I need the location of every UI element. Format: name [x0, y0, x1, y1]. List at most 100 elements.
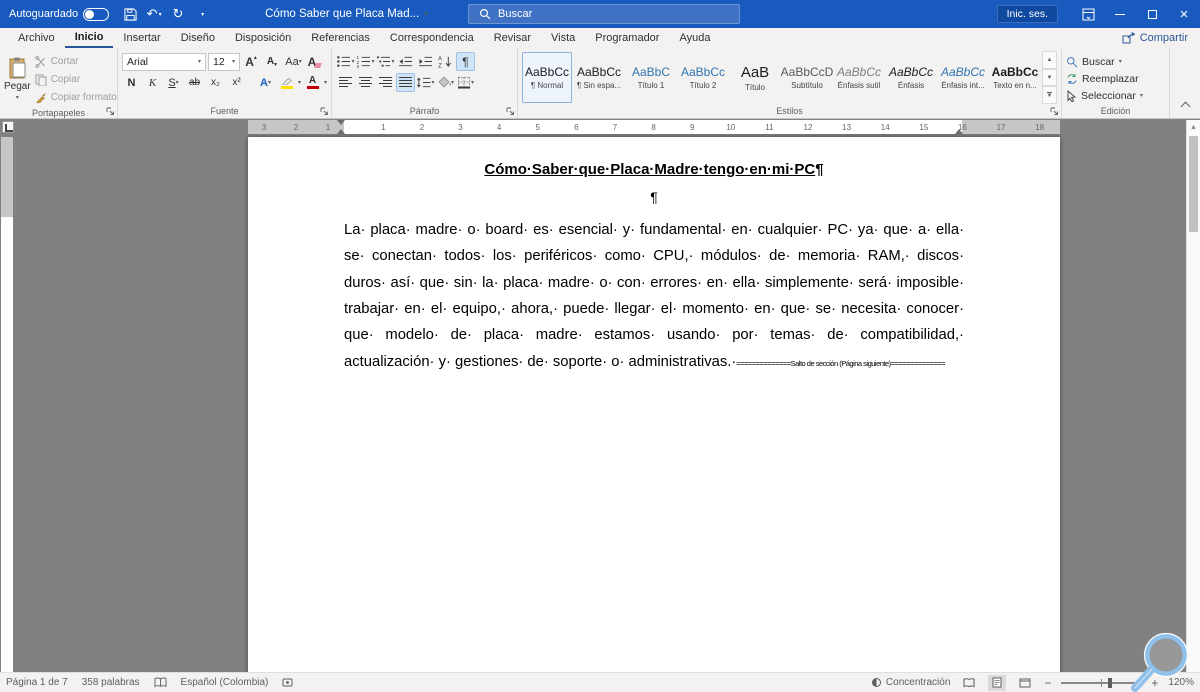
underline-button[interactable]: S ▾ [164, 73, 183, 92]
change-case-button[interactable]: Aa ▾ [284, 52, 303, 71]
scroll-up-arrow-icon[interactable]: ▲ [1187, 120, 1200, 134]
tab-archivo[interactable]: Archivo [8, 28, 65, 48]
web-layout-button[interactable] [1016, 675, 1034, 691]
document-paragraph[interactable]: La· placa· madre· o· board· es· esencial… [344, 217, 964, 375]
align-left-button[interactable] [336, 73, 355, 92]
line-spacing-button[interactable]: ▾ [416, 73, 435, 92]
style-texto-en-negrita[interactable]: AaBbCc Texto en n... [990, 52, 1040, 103]
grow-font-button[interactable]: A ▲ [242, 52, 261, 71]
shrink-font-button[interactable]: A ▼ [263, 52, 282, 71]
styles-scroll-up-button[interactable]: ▲ [1042, 51, 1057, 69]
dialog-launcher-icon[interactable] [1049, 106, 1059, 116]
find-button[interactable]: Buscar ▾ [1066, 53, 1165, 70]
format-painter-button[interactable]: Copiar formato [35, 89, 117, 106]
tab-diseno[interactable]: Diseño [171, 28, 225, 48]
language-indicator[interactable]: Español (Colombia) [181, 677, 269, 688]
font-size-combo[interactable]: 12 ▾ [208, 52, 240, 71]
copy-button[interactable]: Copiar [35, 71, 117, 88]
focus-mode-button[interactable]: Concentración [871, 677, 950, 688]
style-enfasis-sutil[interactable]: AaBbCc Énfasis sutil [834, 52, 884, 103]
italic-button[interactable]: K [143, 73, 162, 92]
highlight-color-button[interactable] [277, 73, 296, 92]
style-subtitulo[interactable]: AaBbCcD Subtítulo [781, 52, 834, 103]
collapse-ribbon-button[interactable] [1170, 48, 1200, 118]
search-box[interactable]: Buscar [468, 4, 740, 24]
minimize-button[interactable] [1104, 0, 1136, 28]
close-button[interactable]: × [1168, 0, 1200, 28]
document-page[interactable]: Cómo·Saber·que·Placa·Madre·tengo·en·mi·P… [248, 137, 1060, 672]
show-formatting-marks-button[interactable]: ¶ [456, 52, 475, 71]
dialog-launcher-icon[interactable] [505, 106, 515, 116]
tab-correspondencia[interactable]: Correspondencia [380, 28, 484, 48]
share-button[interactable]: Compartir [1122, 28, 1188, 48]
maximize-button[interactable] [1136, 0, 1168, 28]
customize-qat-button[interactable]: ▾ [191, 2, 213, 26]
align-right-button[interactable] [376, 73, 395, 92]
superscript-button[interactable]: x² [227, 73, 246, 92]
tab-programador[interactable]: Programador [585, 28, 669, 48]
tab-insertar[interactable]: Insertar [113, 28, 170, 48]
document-heading[interactable]: Cómo·Saber·que·Placa·Madre·tengo·en·mi·P… [344, 161, 964, 178]
justify-button[interactable] [396, 73, 415, 92]
dialog-launcher-icon[interactable] [105, 106, 115, 116]
undo-button[interactable]: ↶ ▾ [143, 2, 165, 26]
redo-button[interactable]: ↻ [167, 2, 189, 26]
paste-button[interactable]: Pegar ▾ [4, 51, 31, 106]
ribbon-display-options-button[interactable] [1072, 0, 1104, 28]
hanging-indent-marker[interactable] [337, 125, 345, 134]
align-center-button[interactable] [356, 73, 375, 92]
shading-button[interactable]: ▾ [436, 73, 455, 92]
proofing-status[interactable] [154, 677, 167, 688]
page-indicator[interactable]: Página 1 de 7 [6, 677, 68, 688]
style-enfasis[interactable]: AaBbCc Énfasis [886, 52, 936, 103]
bold-button[interactable]: N [122, 73, 141, 92]
select-button[interactable]: Seleccionar ▾ [1066, 87, 1165, 104]
tab-referencias[interactable]: Referencias [301, 28, 380, 48]
tab-inicio[interactable]: Inicio [64, 28, 114, 48]
line-spacing-icon [417, 77, 431, 88]
read-mode-button[interactable] [960, 675, 978, 691]
zoom-out-button[interactable]: − [1044, 676, 1051, 690]
sort-button[interactable]: AZ [436, 52, 455, 71]
word-count[interactable]: 358 palabras [82, 677, 140, 688]
autosave-toggle[interactable]: Autoguardado [9, 7, 110, 21]
style-titulo-2[interactable]: AaBbCc Título 2 [678, 52, 728, 103]
tab-vista[interactable]: Vista [541, 28, 585, 48]
bullets-button[interactable]: ▾ [336, 52, 355, 71]
tab-disposicion[interactable]: Disposición [225, 28, 301, 48]
macro-recording-button[interactable] [282, 677, 293, 688]
multilevel-list-button[interactable]: ▾ [376, 52, 395, 71]
dialog-launcher-icon[interactable] [319, 106, 329, 116]
save-button[interactable] [119, 2, 141, 26]
text-effects-button[interactable]: A ▾ [256, 73, 275, 92]
strikethrough-button[interactable]: ab [185, 73, 204, 92]
clear-formatting-button[interactable]: A [305, 52, 324, 71]
cut-button[interactable]: Cortar [34, 53, 117, 70]
subscript-button[interactable]: x₂ [206, 73, 225, 92]
zoom-slider-thumb[interactable] [1107, 677, 1112, 688]
right-indent-marker[interactable] [955, 125, 963, 134]
tab-ayuda[interactable]: Ayuda [669, 28, 720, 48]
style-enfasis-intenso[interactable]: AaBbCc Énfasis int... [938, 52, 988, 103]
scrollbar-thumb[interactable] [1189, 136, 1198, 232]
document-title-menu[interactable]: Cómo Saber que Placa Mad... ▾ [265, 8, 428, 20]
vertical-scrollbar[interactable]: ▲ [1186, 120, 1200, 672]
decrease-indent-button[interactable] [396, 52, 415, 71]
replace-button[interactable]: Reemplazar [1066, 70, 1165, 87]
style-titulo[interactable]: AaB Título [730, 52, 780, 103]
style-titulo-1[interactable]: AaBbC Título 1 [626, 52, 676, 103]
increase-indent-button[interactable] [416, 52, 435, 71]
borders-button[interactable]: ▾ [456, 73, 475, 92]
font-family-combo[interactable]: Arial ▾ [122, 52, 206, 71]
print-layout-button[interactable] [988, 674, 1007, 691]
font-color-button[interactable]: A [303, 73, 322, 92]
numbering-button[interactable]: 123 ▾ [356, 52, 375, 71]
tab-selector[interactable] [2, 121, 14, 133]
styles-more-button[interactable]: ▼ [1042, 86, 1057, 105]
tab-revisar[interactable]: Revisar [484, 28, 541, 48]
styles-scroll-down-button[interactable]: ▼ [1042, 68, 1057, 87]
style-sin-espaciado[interactable]: AaBbCc ¶ Sin espa... [574, 52, 624, 103]
signin-button[interactable]: Inic. ses. [996, 5, 1058, 23]
style-normal[interactable]: AaBbCc ¶ Normal [522, 52, 572, 103]
group-estilos: AaBbCc ¶ Normal AaBbCc ¶ Sin espa... AaB… [518, 48, 1062, 118]
